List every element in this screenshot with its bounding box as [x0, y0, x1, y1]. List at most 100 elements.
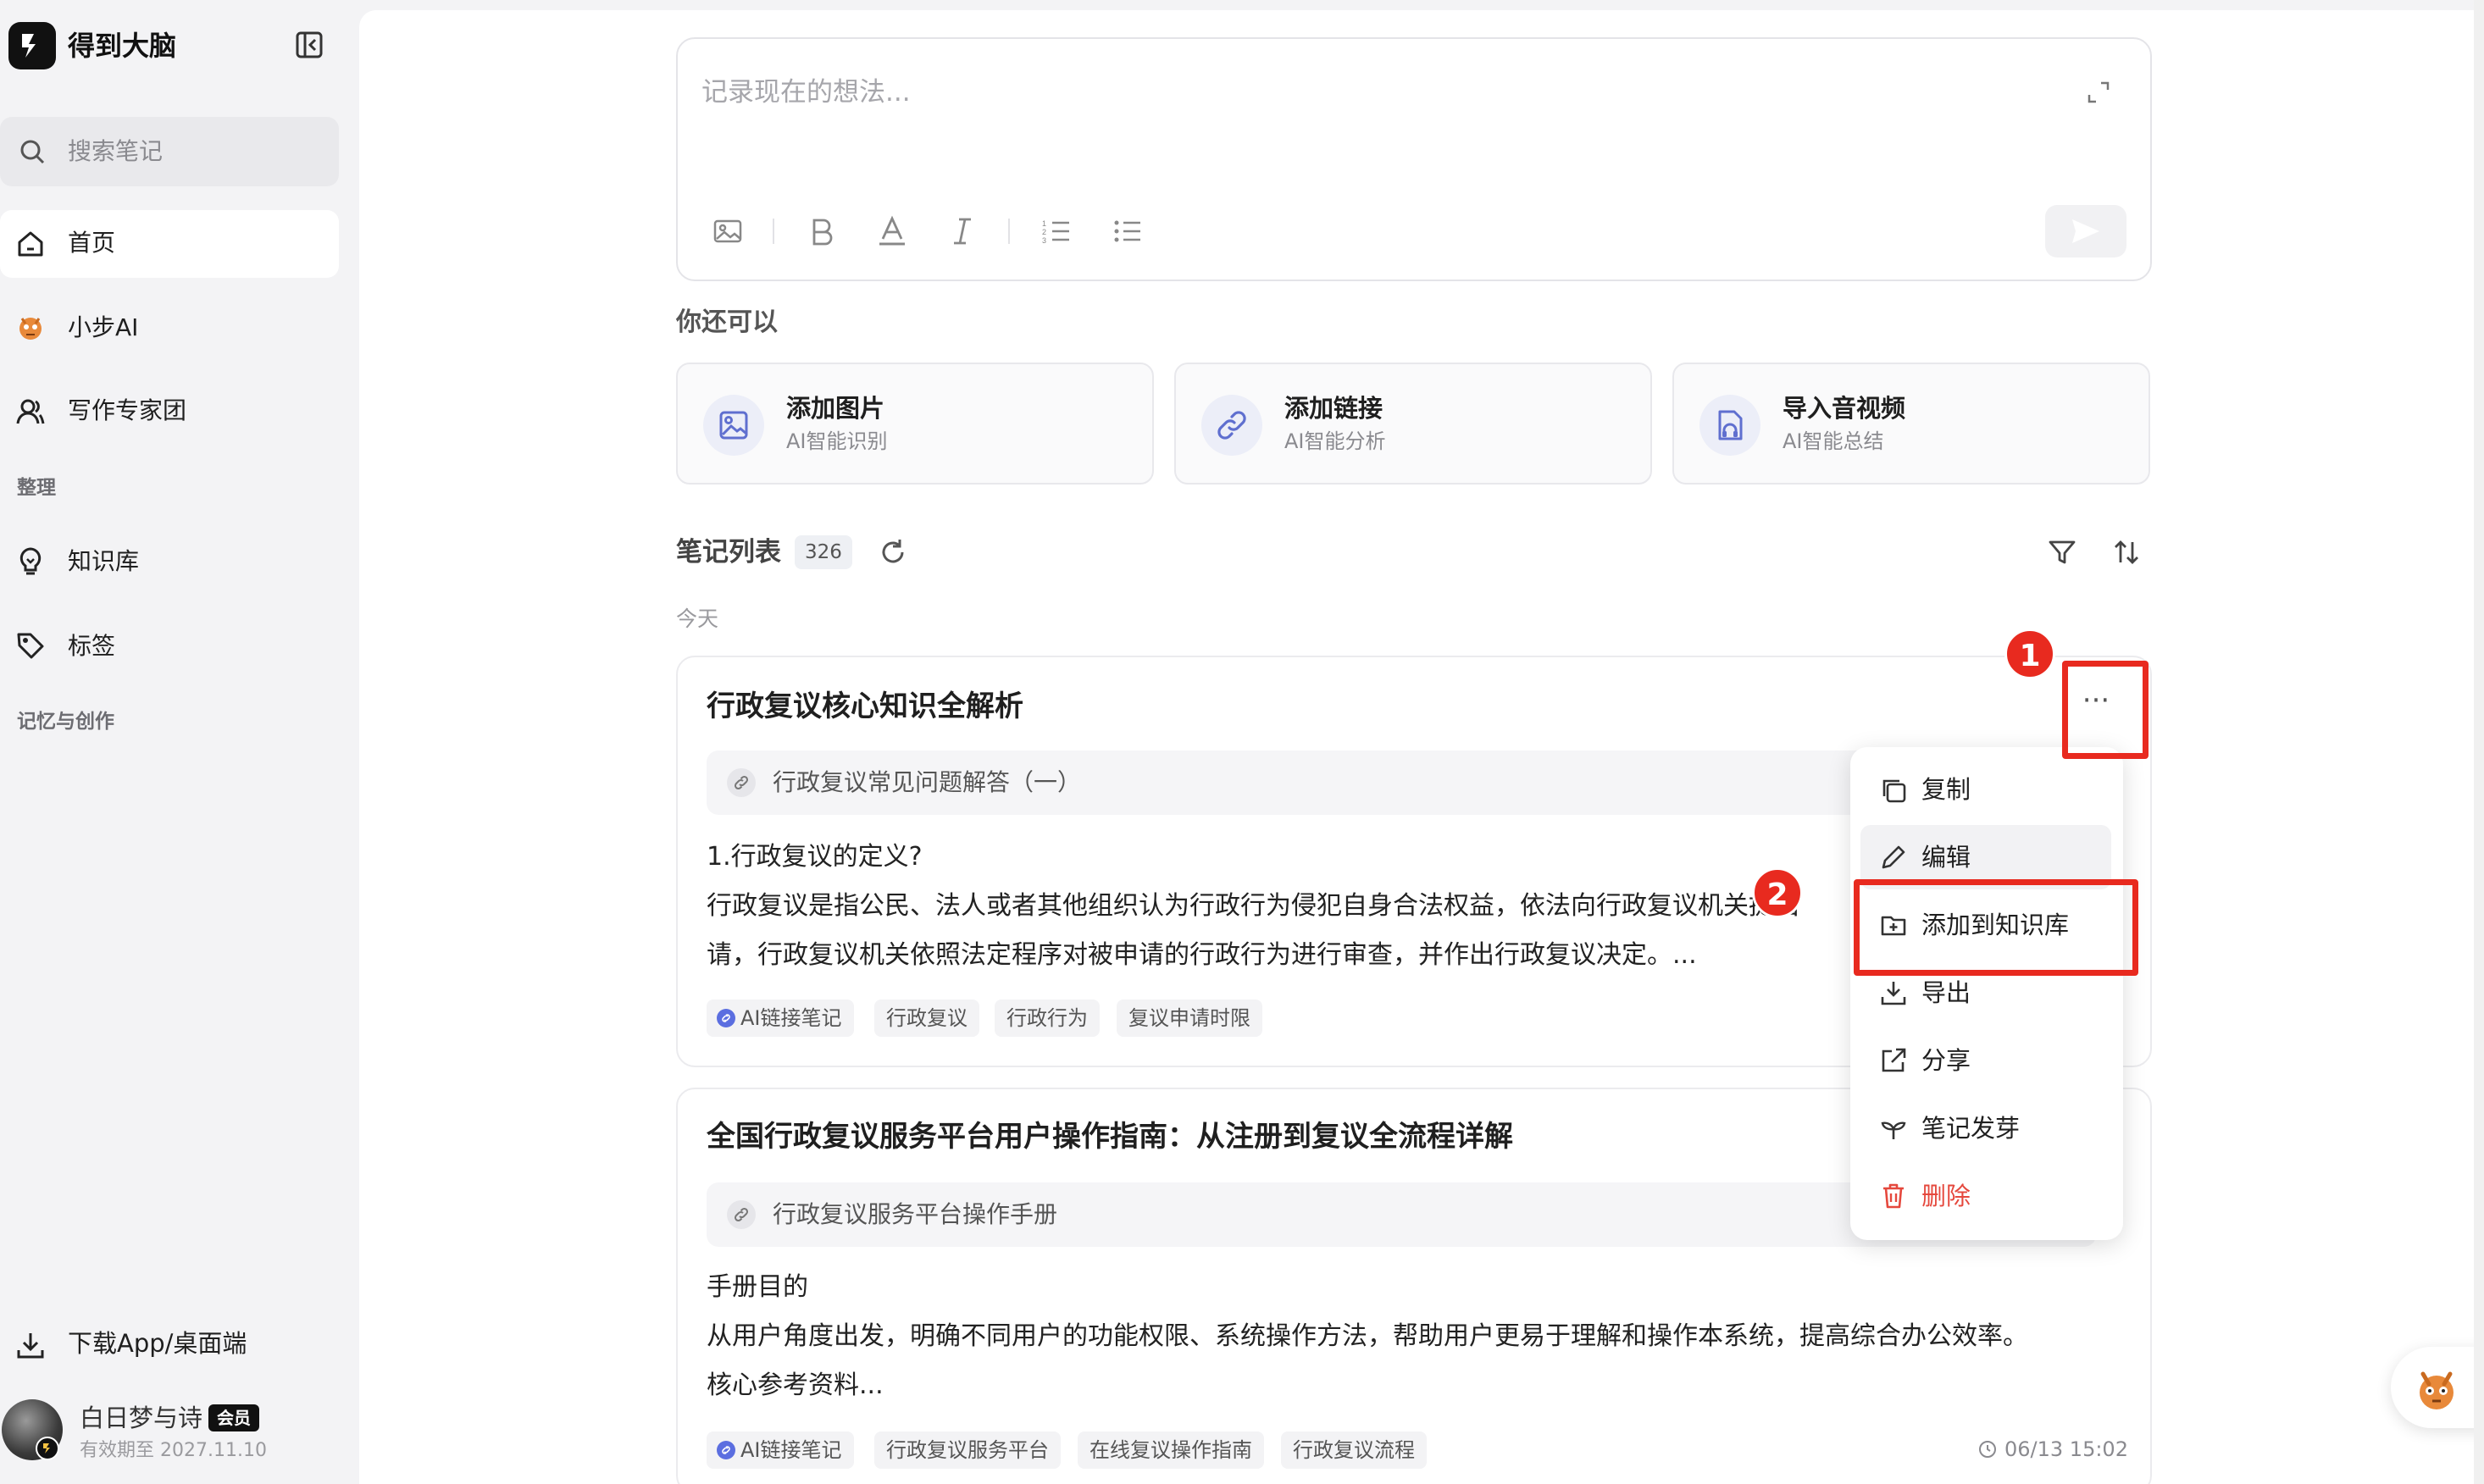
note-source-title: 行政复议常见问题解答（一）	[773, 768, 1082, 796]
note-title[interactable]: 行政复议核心知识全解析	[707, 686, 1023, 727]
sidebar-item-ai[interactable]	[0, 295, 339, 363]
copy-icon	[1879, 776, 1908, 805]
note-input[interactable]: 记录现在的想法...	[701, 75, 911, 110]
menu-item-export[interactable]: 导出	[1921, 976, 1971, 1010]
tag-chip[interactable]: AI链接笔记	[707, 999, 854, 1037]
menu-item-share[interactable]: 分享	[1921, 1044, 1971, 1077]
app-title: 得到大脑	[68, 30, 177, 62]
sidebar-item-tags[interactable]	[0, 613, 339, 681]
mascot-icon	[2411, 1364, 2462, 1415]
tag-chip[interactable]: 复议申请时限	[1117, 999, 1262, 1037]
sidebar-item-label: 标签	[68, 632, 116, 660]
send-icon	[2072, 219, 2099, 243]
note-body-line: 1.行政复议的定义?	[707, 842, 923, 872]
sidebar-item-label: 知识库	[68, 547, 140, 575]
text-color-icon[interactable]	[876, 215, 908, 247]
card-title: 导入音视频	[1783, 394, 1906, 423]
insert-image-icon[interactable]	[712, 215, 744, 247]
audio-file-icon	[1699, 395, 1760, 456]
home-icon	[15, 229, 46, 259]
card-subtitle: AI智能识别	[786, 429, 888, 453]
card-subtitle: AI智能分析	[1284, 429, 1386, 453]
note-body-line: 核心参考资料...	[707, 1370, 884, 1400]
app-logo[interactable]	[8, 22, 56, 69]
note-timestamp: 06/13 15:02	[1977, 1435, 2128, 1464]
search-box[interactable]	[0, 117, 339, 186]
send-button[interactable]	[2045, 205, 2126, 257]
tag-chip[interactable]: 在线复议操作指南	[1078, 1431, 1264, 1469]
tag-chip[interactable]: 行政复议流程	[1281, 1431, 1427, 1469]
note-source-title: 行政复议服务平台操作手册	[773, 1200, 1058, 1228]
download-app-link[interactable]: 下载App/桌面端	[68, 1326, 247, 1360]
link-icon	[727, 1200, 756, 1229]
tag-label: AI链接笔记	[740, 1438, 842, 1462]
italic-icon[interactable]	[947, 215, 978, 247]
note-body-line: 请，行政复议机关依照法定程序对被申请的行政行为进行审查，并作出行政复议决定。..…	[707, 940, 1697, 970]
sidebar-item-label: 写作专家团	[68, 396, 187, 424]
brand-badge-icon	[36, 1437, 59, 1460]
sidebar-item-knowledge[interactable]	[0, 529, 339, 596]
user-name[interactable]: 白日梦与诗	[80, 1401, 202, 1435]
download-icon	[1879, 978, 1908, 1007]
svg-text:2: 2	[1042, 228, 1046, 236]
ai-link-icon	[717, 1441, 735, 1459]
pencil-icon	[1879, 843, 1908, 872]
toolbar-divider	[773, 219, 774, 244]
sidebar-item-home[interactable]	[0, 210, 339, 278]
card-subtitle: AI智能总结	[1783, 429, 1884, 453]
collapse-sidebar-icon[interactable]	[295, 30, 325, 61]
ai-link-icon	[717, 1009, 735, 1027]
note-body-line: 从用户角度出发，明确不同用户的功能权限、系统操作方法，帮助用户更易于理解和操作本…	[707, 1321, 2028, 1351]
menu-item-delete[interactable]: 删除	[1921, 1179, 1971, 1213]
search-input[interactable]: 搜索笔记	[68, 136, 163, 168]
ordered-list-icon[interactable]: 123	[1040, 215, 1073, 247]
link-icon	[727, 768, 756, 797]
toolbar-divider	[1008, 219, 1010, 244]
quick-actions-label: 你还可以	[676, 307, 778, 337]
date-group-label: 今天	[676, 606, 719, 631]
mascot-icon	[15, 312, 46, 342]
note-title[interactable]: 全国行政复议服务平台用户操作指南：从注册到复议全流程详解	[707, 1116, 1513, 1157]
search-icon	[19, 138, 46, 165]
download-icon	[15, 1330, 46, 1360]
sprout-icon	[1879, 1114, 1908, 1143]
section-label: 记忆与创作	[17, 711, 114, 733]
expand-icon[interactable]	[2086, 80, 2111, 105]
menu-item-edit[interactable]: 编辑	[1921, 840, 1971, 874]
note-body-line: 手册目的	[707, 1272, 808, 1302]
sidebar-item-label: 小步AI	[68, 313, 139, 341]
link-icon	[1201, 395, 1262, 456]
note-list-title: 笔记列表	[676, 537, 781, 568]
annotation-step-1: 1	[2004, 628, 2055, 679]
scrollbar[interactable]	[2474, 0, 2484, 1484]
tag-chip[interactable]: 行政行为	[995, 999, 1100, 1037]
image-icon	[703, 395, 764, 456]
vip-badge: 会员	[208, 1404, 259, 1431]
tag-chip[interactable]: 行政复议	[874, 999, 979, 1037]
user-icon	[15, 396, 46, 427]
filter-icon[interactable]	[2047, 537, 2077, 568]
lightbulb-icon	[15, 545, 46, 576]
menu-item-sprout[interactable]: 笔记发芽	[1921, 1111, 2020, 1145]
timestamp-text: 06/13 15:02	[2004, 1437, 2128, 1461]
refresh-icon[interactable]	[878, 537, 908, 568]
clock-icon	[1979, 1441, 1996, 1458]
annotation-box-add	[1854, 879, 2138, 976]
note-count-badge: 326	[795, 535, 852, 569]
menu-item-copy[interactable]: 复制	[1921, 772, 1971, 806]
card-title: 添加图片	[786, 394, 885, 423]
bold-icon[interactable]	[807, 215, 837, 247]
membership-expiry: 有效期至 2027.11.10	[80, 1440, 267, 1461]
svg-text:3: 3	[1042, 236, 1046, 245]
tag-label: AI链接笔记	[740, 1006, 842, 1030]
tag-icon	[15, 630, 46, 661]
card-title: 添加链接	[1284, 394, 1383, 423]
note-body-line: 行政复议是指公民、法人或者其他组织认为行政行为侵犯自身合法权益，依法向行政复议机…	[707, 891, 1799, 921]
tag-chip[interactable]: AI链接笔记	[707, 1431, 854, 1469]
tag-chip[interactable]: 行政复议服务平台	[874, 1431, 1061, 1469]
sort-icon[interactable]	[2111, 537, 2142, 568]
trash-icon	[1879, 1182, 1908, 1210]
annotation-box-more	[2062, 661, 2149, 759]
bullet-list-icon[interactable]	[1112, 215, 1144, 247]
share-icon	[1879, 1046, 1908, 1075]
